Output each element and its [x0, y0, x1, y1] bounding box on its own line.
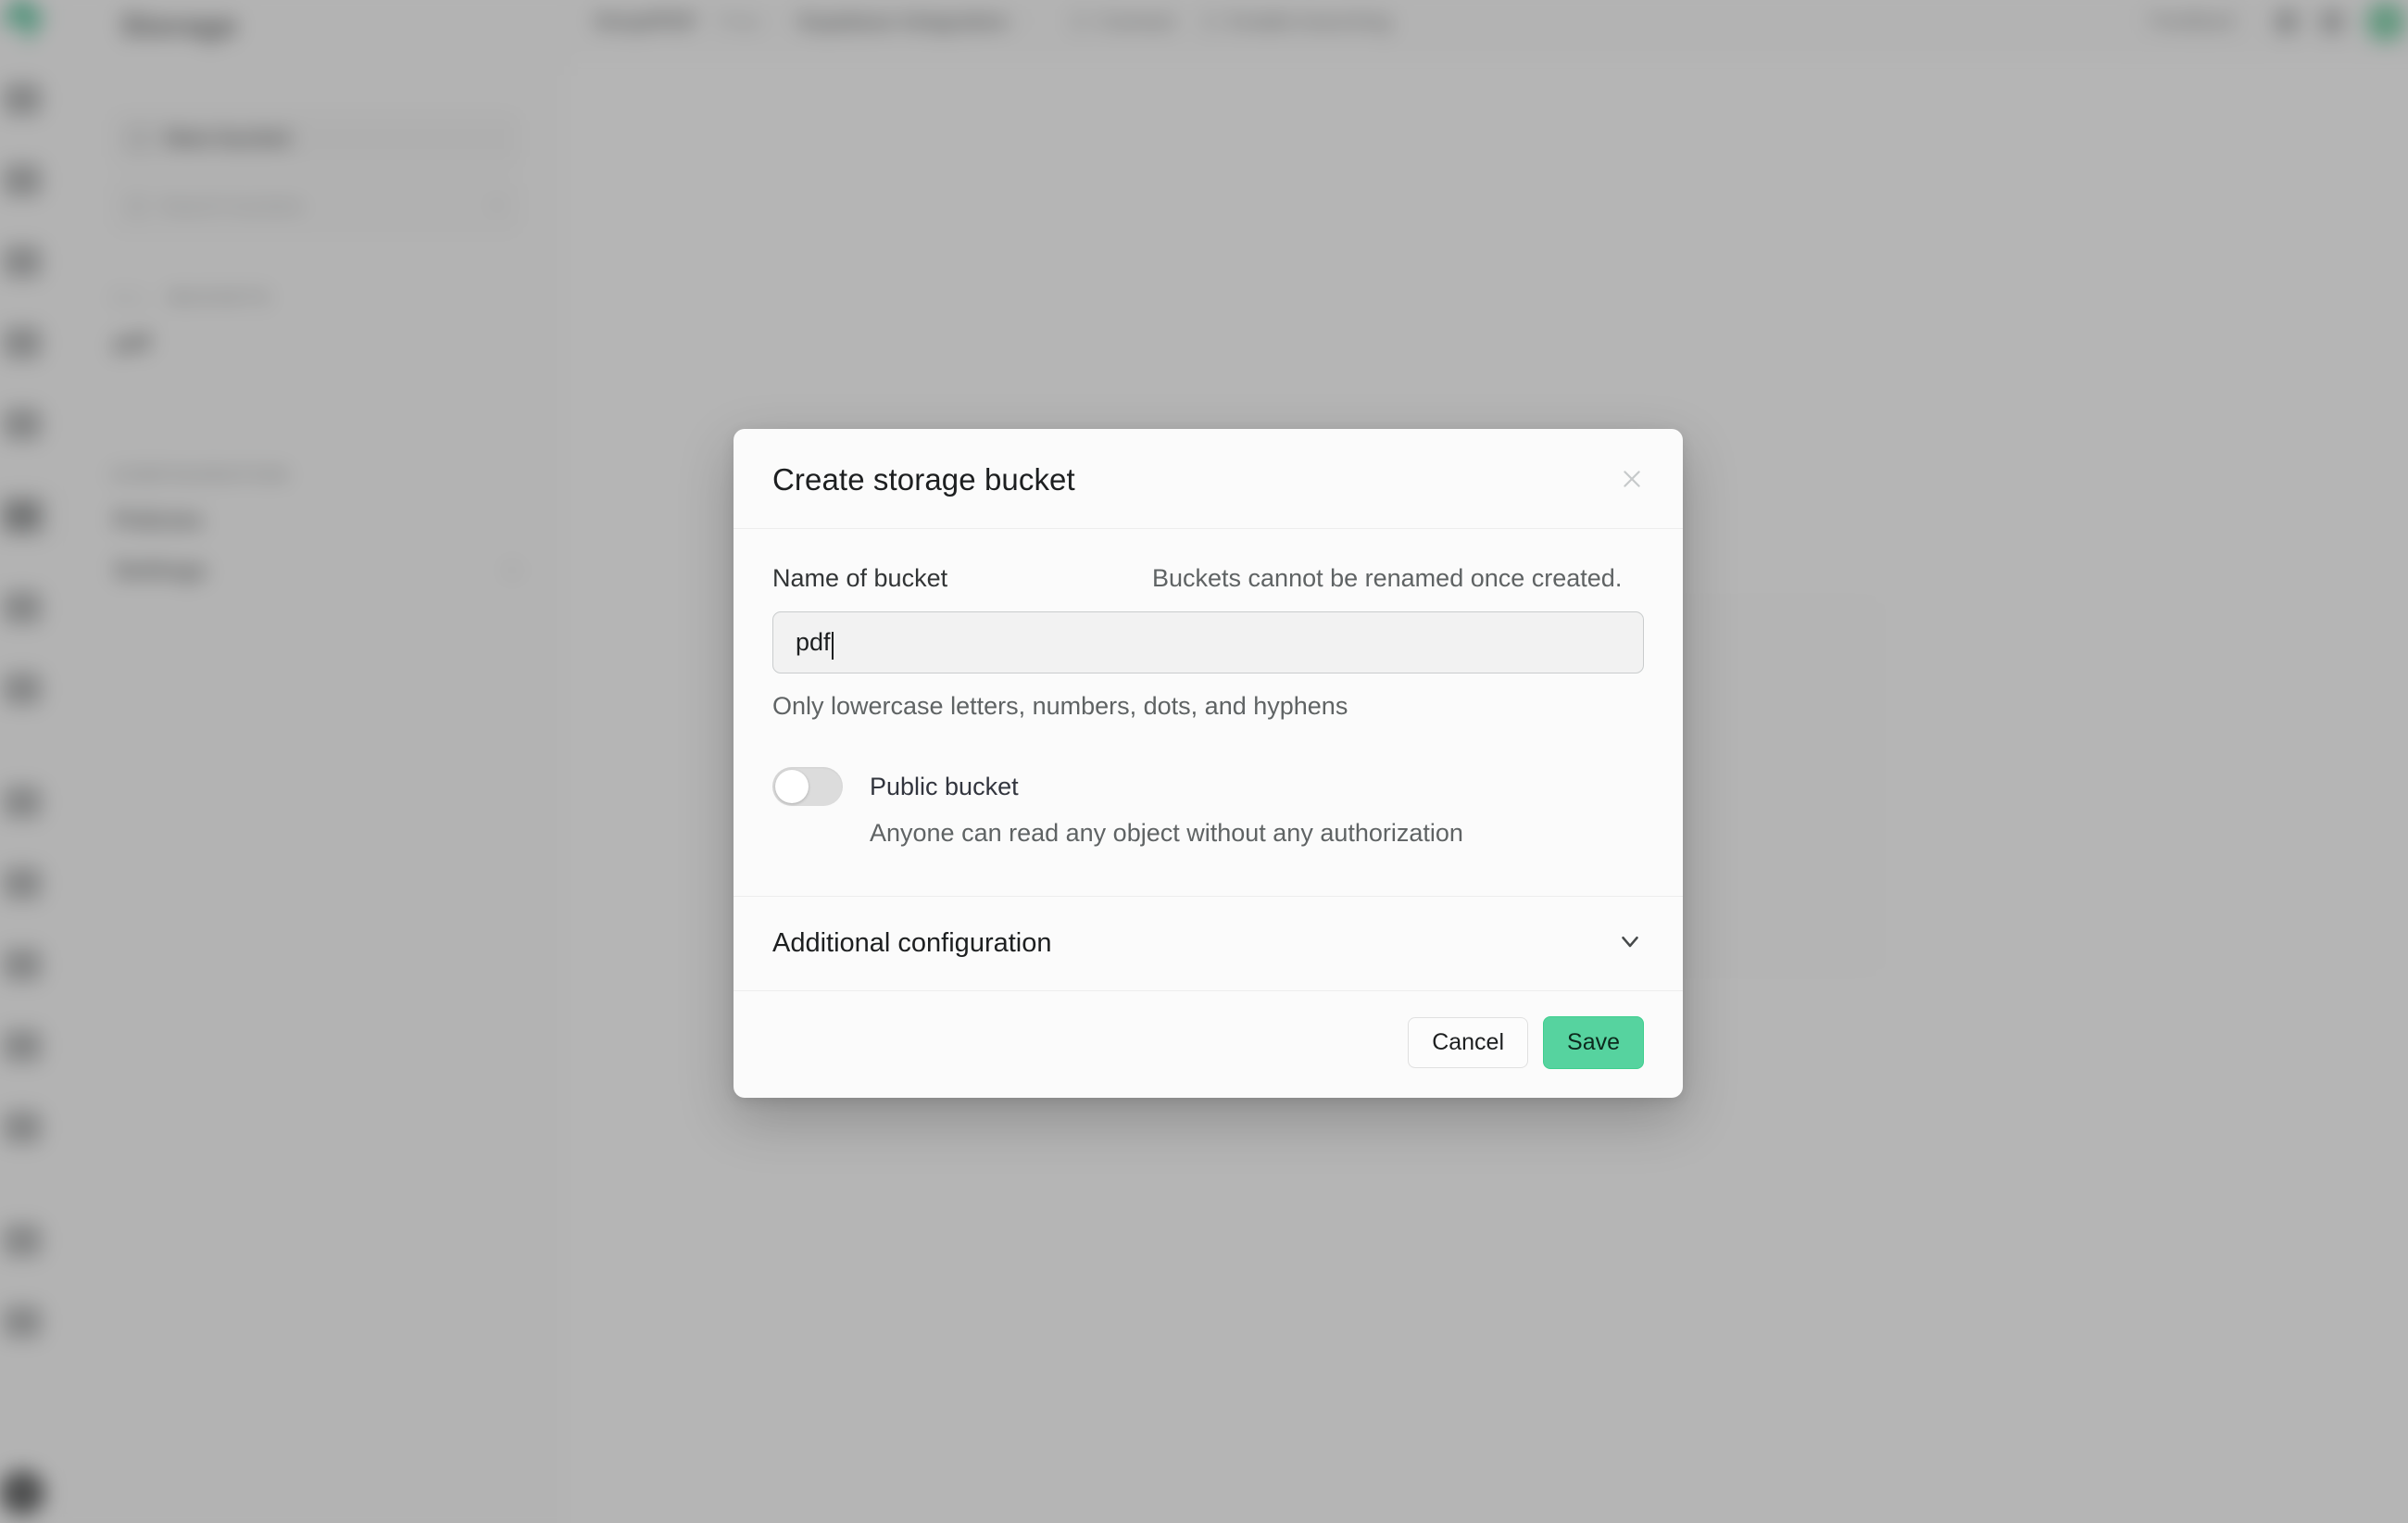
chevron-down-icon [1616, 927, 1644, 960]
additional-configuration-accordion[interactable]: Additional configuration [734, 896, 1683, 991]
rename-hint: Buckets cannot be renamed once created. [1152, 564, 1623, 592]
text-caret [831, 631, 834, 660]
cancel-button[interactable]: Cancel [1408, 1017, 1529, 1068]
public-bucket-row: Public bucket [772, 767, 1644, 806]
dialog-body: Name of bucket Buckets cannot be renamed… [734, 529, 1683, 896]
dialog-title: Create storage bucket [772, 462, 1075, 497]
public-bucket-label: Public bucket [870, 773, 1019, 800]
create-storage-bucket-dialog: Create storage bucket Name of bucket Buc… [734, 429, 1683, 1098]
public-bucket-description: Anyone can read any object without any a… [870, 819, 1463, 847]
toggle-knob [775, 770, 809, 803]
bucket-name-help: Only lowercase letters, numbers, dots, a… [772, 692, 1348, 720]
name-label-row: Name of bucket Buckets cannot be renamed… [772, 564, 1644, 593]
close-icon[interactable] [1616, 463, 1648, 495]
bucket-name-value: pdf [796, 628, 831, 656]
additional-configuration-label: Additional configuration [772, 928, 1052, 958]
public-bucket-toggle[interactable] [772, 767, 843, 806]
save-button[interactable]: Save [1543, 1016, 1644, 1069]
dialog-footer: Cancel Save [734, 991, 1683, 1098]
dialog-header: Create storage bucket [734, 429, 1683, 529]
body-bottom-spacer [772, 848, 1644, 896]
app-root: Storage New bucket Search buckets K ALLB… [0, 0, 2408, 1523]
name-of-bucket-label: Name of bucket [772, 564, 948, 592]
bucket-name-input[interactable]: pdf [772, 611, 1644, 673]
